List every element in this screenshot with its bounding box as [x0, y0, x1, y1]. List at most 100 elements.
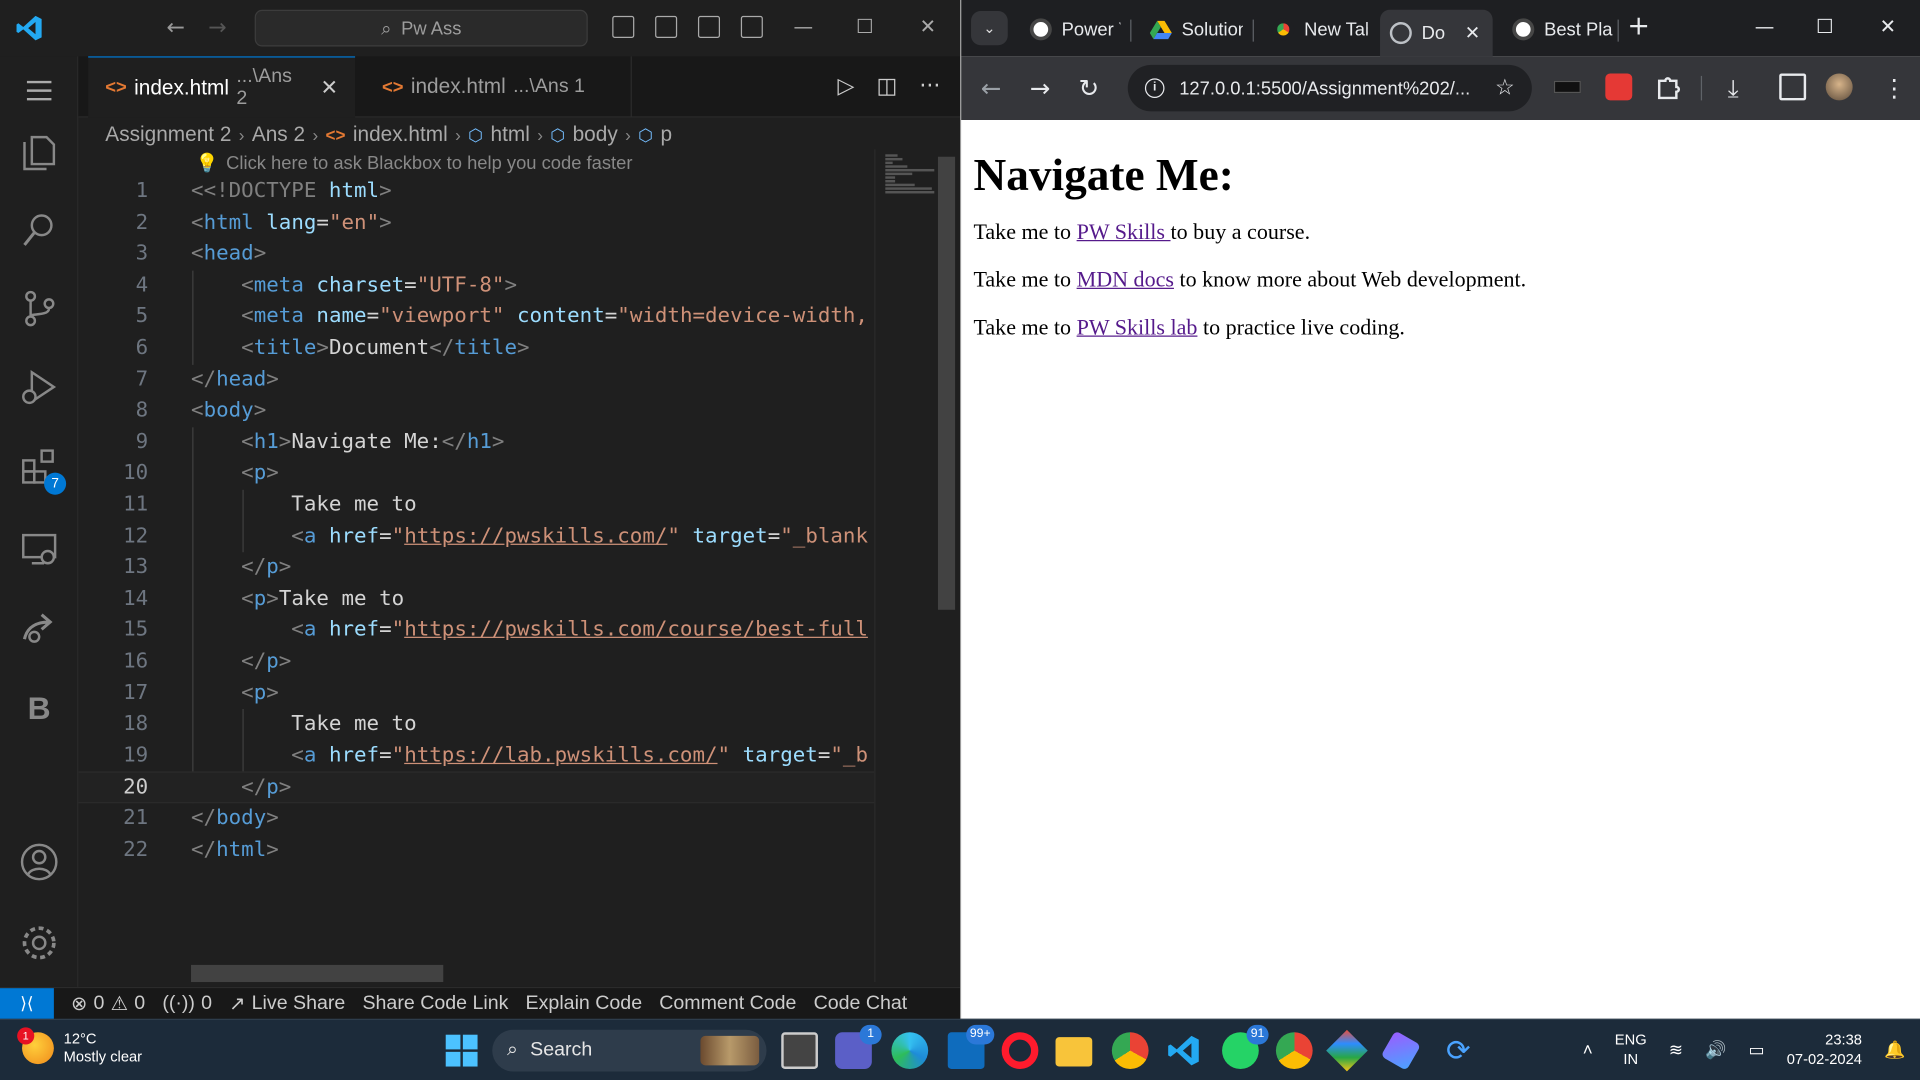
chrome-toolbar: ← → ↻ i 127.0.0.1:5500/Assignment%202/..…: [961, 56, 1920, 121]
accounts-icon[interactable]: [17, 840, 61, 884]
breadcrumb-item[interactable]: body: [573, 122, 618, 146]
problems-indicator[interactable]: ⊗ 0 ⚠ 0: [71, 991, 145, 1015]
address-bar[interactable]: i 127.0.0.1:5500/Assignment%202/... ☆: [1127, 64, 1532, 112]
notifications-icon[interactable]: 🔔: [1884, 1039, 1905, 1060]
live-share-button[interactable]: ↗ Live Share: [229, 991, 345, 1015]
chrome-profile-icon[interactable]: [1275, 1032, 1313, 1069]
close-icon[interactable]: ✕: [920, 15, 936, 38]
extension-icon[interactable]: [1553, 80, 1581, 94]
back-arrow-icon[interactable]: ←: [167, 15, 185, 41]
download-icon[interactable]: ⤓: [1728, 73, 1739, 102]
breadcrumb-item[interactable]: index.html: [353, 122, 448, 146]
live-share-icon[interactable]: [17, 605, 61, 649]
remote-explorer-icon[interactable]: [17, 527, 61, 571]
clipchamp-icon[interactable]: [1380, 1030, 1421, 1071]
windows-start-icon[interactable]: [443, 1032, 480, 1069]
forward-arrow-icon[interactable]: →: [1030, 73, 1051, 102]
close-icon[interactable]: ✕: [1880, 15, 1896, 38]
maximize-icon[interactable]: ☐: [856, 15, 874, 38]
run-debug-icon[interactable]: [17, 365, 61, 409]
explain-code-button[interactable]: Explain Code: [526, 992, 643, 1014]
opera-icon[interactable]: [1001, 1032, 1039, 1069]
customize-layout-icon[interactable]: [740, 15, 763, 38]
code-chat-button[interactable]: Code Chat: [814, 992, 908, 1014]
edge-icon[interactable]: [891, 1032, 929, 1069]
extension-red-icon[interactable]: [1605, 73, 1633, 101]
blackbox-icon[interactable]: B: [17, 686, 61, 730]
minimize-icon[interactable]: —: [1755, 15, 1775, 38]
search-icon[interactable]: [17, 208, 61, 252]
tab-search-icon[interactable]: ⌄: [971, 11, 1008, 46]
taskbar-search[interactable]: ⌕ Search: [492, 1029, 767, 1072]
wordpress-icon: [1512, 18, 1535, 41]
minimap[interactable]: [874, 149, 940, 983]
whatsapp-icon[interactable]: 91: [1222, 1024, 1269, 1069]
maximize-icon[interactable]: ☐: [1816, 15, 1834, 38]
new-tab-icon[interactable]: +: [1627, 11, 1650, 42]
ports-indicator[interactable]: ((·)) 0: [162, 992, 212, 1014]
weather-widget[interactable]: 1 12°C Mostly clear: [17, 1027, 142, 1067]
breadcrumb-item[interactable]: html: [491, 122, 530, 146]
browser-tab[interactable]: New Tab: [1262, 10, 1368, 49]
browser-tab[interactable]: Power Y: [1020, 10, 1120, 49]
close-tab-icon[interactable]: ✕: [1465, 22, 1480, 44]
breadcrumb-item[interactable]: Ans 2: [252, 122, 305, 146]
language-indicator[interactable]: ENG IN: [1615, 1030, 1647, 1069]
browser-tab[interactable]: Solution: [1140, 10, 1243, 49]
teams-icon[interactable]: 1: [835, 1024, 882, 1069]
code-line: 6 <title>Document</title>: [135, 335, 530, 361]
comment-code-button[interactable]: Comment Code: [659, 992, 796, 1014]
forward-arrow-icon[interactable]: →: [208, 15, 226, 41]
battery-icon[interactable]: ▭: [1749, 1039, 1765, 1060]
toggle-secondary-sidebar-icon[interactable]: [697, 15, 721, 38]
menu-kebab-icon[interactable]: ⋮: [1882, 73, 1906, 102]
menu-icon[interactable]: [17, 69, 61, 113]
browser-tab-active[interactable]: Do ✕: [1380, 9, 1493, 57]
blackbox-hint[interactable]: 💡 Click here to ask Blackbox to help you …: [196, 152, 633, 174]
extensions-puzzle-icon[interactable]: [1654, 73, 1681, 100]
file-explorer-icon[interactable]: [1055, 1037, 1093, 1067]
settings-gear-icon[interactable]: [17, 921, 61, 965]
toggle-primary-sidebar-icon[interactable]: [612, 15, 635, 38]
side-panel-icon[interactable]: [1779, 73, 1807, 101]
minimize-icon[interactable]: —: [793, 15, 813, 38]
mdn-docs-link[interactable]: MDN docs: [1077, 267, 1174, 291]
volume-icon[interactable]: 🔊: [1705, 1039, 1726, 1060]
vertical-scrollbar[interactable]: [937, 156, 956, 610]
wifi-icon[interactable]: ≋: [1669, 1039, 1683, 1060]
reload-icon[interactable]: ↻: [1079, 73, 1100, 102]
run-icon[interactable]: ▷: [838, 73, 855, 99]
pw-skills-lab-link[interactable]: PW Skills lab: [1077, 315, 1198, 339]
browser-tab[interactable]: Best Pla: [1502, 10, 1615, 49]
tab-close-icon[interactable]: ✕: [321, 75, 338, 99]
command-center-search[interactable]: ⌕ Pw Ass: [254, 9, 588, 47]
toggle-panel-icon[interactable]: [655, 15, 678, 38]
bookmark-star-icon[interactable]: ☆: [1495, 75, 1515, 101]
tab-index-html-ans2[interactable]: <> index.html ...\Ans 2 ✕: [88, 56, 356, 118]
clock[interactable]: 23:38 07-02-2024: [1787, 1030, 1862, 1069]
app-diamond-icon[interactable]: [1326, 1029, 1368, 1072]
chrome-icon[interactable]: [1111, 1032, 1149, 1069]
horizontal-scrollbar[interactable]: [191, 964, 444, 983]
breadcrumb-item[interactable]: p: [660, 122, 672, 146]
share-code-link-button[interactable]: Share Code Link: [362, 992, 508, 1014]
split-editor-icon[interactable]: ◫: [877, 73, 898, 99]
code-editor[interactable]: 1 <<!DOCTYPE html> 2 <html lang="en"> 3 <he…: [78, 176, 875, 960]
remote-desktop-icon[interactable]: ⟳: [1440, 1032, 1477, 1069]
vscode-icon[interactable]: [1166, 1032, 1203, 1069]
more-actions-icon[interactable]: ···: [919, 73, 940, 99]
back-arrow-icon[interactable]: ←: [981, 73, 1002, 102]
chevron-up-icon[interactable]: ˄: [1583, 1040, 1593, 1060]
profile-avatar[interactable]: [1825, 73, 1853, 101]
element-icon: ⬡: [468, 124, 484, 144]
breadcrumb-item[interactable]: Assignment 2: [105, 122, 231, 146]
extensions-icon[interactable]: 7: [17, 446, 67, 495]
explorer-icon[interactable]: [17, 130, 61, 174]
mail-icon[interactable]: 99+: [947, 1024, 995, 1069]
source-control-icon[interactable]: [17, 287, 61, 331]
task-view-icon[interactable]: [781, 1032, 818, 1069]
remote-indicator-icon[interactable]: ⟩⟨: [0, 987, 54, 1020]
pw-skills-link[interactable]: PW Skills: [1077, 219, 1171, 243]
tab-index-html-ans1[interactable]: <> index.html ...\Ans 1: [365, 56, 632, 118]
site-info-icon[interactable]: i: [1144, 78, 1165, 98]
